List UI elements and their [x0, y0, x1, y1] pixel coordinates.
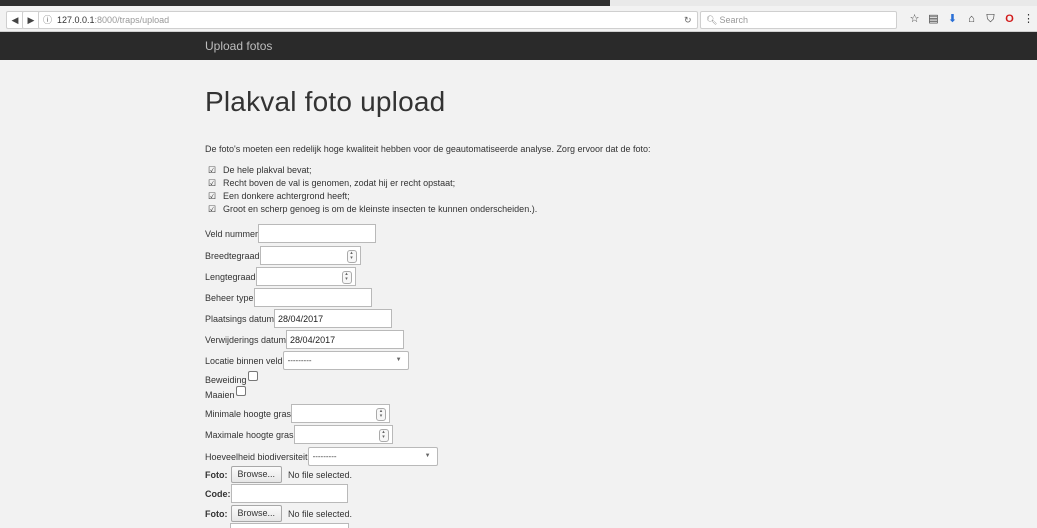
- search-icon: 🔍︎: [706, 15, 718, 25]
- list-item: ☑ De hele plakval bevat;: [208, 165, 312, 175]
- foto1-status: No file selected.: [288, 469, 353, 480]
- code1-row: Code:: [205, 484, 348, 503]
- breedtegraad-input[interactable]: ▴ ▾: [259, 246, 361, 265]
- plaatsings-datum-row: Plaatsings datum: [205, 309, 393, 328]
- checkbox-checked-icon: ☑: [208, 204, 217, 214]
- min-hoogte-input[interactable]: ▴ ▾: [291, 404, 391, 423]
- beheer-type-label: Beheer type: [205, 292, 254, 303]
- lengtegraad-input[interactable]: ▴ ▾: [255, 267, 356, 286]
- maaien-label: Maaien: [205, 390, 235, 400]
- foto1-label: Foto:: [205, 469, 228, 480]
- list-item: ☑ Recht boven de val is genomen, zodat hi…: [208, 178, 456, 188]
- spinner-icon[interactable]: ▴ ▾: [376, 408, 387, 421]
- info-icon[interactable]: ⓘ: [43, 12, 52, 28]
- code1-label: Code:: [205, 488, 231, 499]
- beweiding-label: Beweiding: [205, 375, 247, 385]
- biodiversiteit-label: Hoeveelheid biodiversiteit: [205, 451, 308, 462]
- spinner-icon[interactable]: ▴ ▾: [341, 271, 352, 284]
- code2-input[interactable]: [230, 523, 349, 528]
- checkbox-checked-icon: ☑: [208, 165, 217, 175]
- spinner-icon[interactable]: ▴ ▾: [378, 429, 389, 442]
- list-item: ☑ Groot en scherp genoeg is om de kleinst…: [208, 204, 538, 214]
- locatie-label: Locatie binnen veld: [205, 355, 283, 366]
- search-box[interactable]: 🔍︎ Search: [700, 11, 897, 29]
- max-hoogte-label: Maximale hoogte gras: [205, 429, 294, 440]
- beheer-type-row: Beheer type: [205, 288, 372, 307]
- foto1-row: Foto: Browse... No file selected.: [205, 466, 352, 483]
- max-hoogte-input[interactable]: ▴ ▾: [293, 425, 393, 444]
- veld-nummer-row: Veld nummer: [205, 224, 377, 243]
- pocket-icon[interactable]: ⛉: [981, 10, 1000, 28]
- list-item: ☑ Een donkere achtergrond heeft;: [208, 191, 350, 201]
- verwijderings-datum-row: Verwijderings datum: [205, 330, 405, 349]
- foto2-label: Foto:: [205, 508, 228, 519]
- opera-icon[interactable]: O: [1000, 10, 1019, 28]
- locatie-row: Locatie binnen veld --------- ▼: [205, 351, 409, 370]
- reading-list-icon[interactable]: ▤: [924, 10, 943, 28]
- verwijderings-datum-input[interactable]: [286, 330, 405, 349]
- chevron-down-icon: ▼: [424, 453, 431, 459]
- plaatsings-datum-input[interactable]: [274, 309, 393, 328]
- veld-nummer-input[interactable]: [258, 224, 377, 243]
- reload-icon[interactable]: ↻: [684, 12, 692, 28]
- locatie-select[interactable]: --------- ▼: [282, 351, 409, 370]
- foto1-browse-button[interactable]: Browse...: [230, 466, 283, 483]
- menu-icon[interactable]: ⋮: [1019, 10, 1037, 28]
- site-navbar: Upload fotos: [0, 32, 1037, 60]
- maaien-checkbox[interactable]: [235, 386, 246, 396]
- tab-strip: [0, 0, 1037, 6]
- veld-nummer-label: Veld nummer: [205, 228, 259, 239]
- chevron-down-icon: ▼: [395, 357, 402, 363]
- bookmark-star-icon[interactable]: ☆: [905, 10, 924, 28]
- biodiversiteit-select[interactable]: --------- ▼: [307, 447, 438, 466]
- verwijderings-datum-label: Verwijderings datum: [205, 334, 287, 345]
- code1-input[interactable]: [230, 484, 348, 503]
- plaatsings-datum-label: Plaatsings datum: [205, 313, 275, 324]
- download-icon[interactable]: ⬇: [943, 10, 962, 28]
- checkbox-checked-icon: ☑: [208, 178, 217, 188]
- home-icon[interactable]: ⌂: [962, 10, 981, 28]
- foto2-status: No file selected.: [288, 508, 353, 519]
- foto2-row: Foto: Browse... No file selected.: [205, 505, 352, 522]
- spinner-icon[interactable]: ▴ ▾: [346, 250, 357, 263]
- active-tab[interactable]: [0, 0, 610, 6]
- page-title: Plakval foto upload: [205, 86, 446, 117]
- navbar-brand[interactable]: Upload fotos: [205, 32, 272, 60]
- foto2-browse-button[interactable]: Browse...: [230, 505, 283, 522]
- beweiding-checkbox[interactable]: [247, 371, 258, 381]
- lengtegraad-row: Lengtegraad ▴ ▾: [205, 267, 356, 286]
- beweiding-row: Beweiding: [205, 371, 258, 385]
- browser-chrome: ◀ ▶ ⓘ 127.0.0.1:8000/traps/upload ↻ 🔍︎ Se…: [0, 0, 1037, 32]
- maaien-row: Maaien: [205, 386, 246, 400]
- min-hoogte-label: Minimale hoogte gras: [205, 408, 292, 419]
- url-text: 127.0.0.1:8000/traps/upload: [57, 15, 170, 25]
- requirements-list: ☑ De hele plakval bevat; ☑ Recht boven de …: [208, 164, 537, 216]
- url-bar[interactable]: ⓘ 127.0.0.1:8000/traps/upload ↻: [38, 11, 698, 29]
- min-hoogte-row: Minimale hoogte gras ▴ ▾: [205, 404, 391, 423]
- max-hoogte-row: Maximale hoogte gras ▴ ▾: [205, 425, 393, 444]
- beheer-type-input[interactable]: [253, 288, 372, 307]
- biodiversiteit-row: Hoeveelheid biodiversiteit --------- ▼: [205, 447, 438, 466]
- breedtegraad-label: Breedtegraad: [205, 250, 260, 261]
- toolbar-icons: ☆ ▤ ⬇ ⌂ ⛉ O ⋮: [905, 10, 1037, 28]
- checkbox-checked-icon: ☑: [208, 191, 217, 201]
- intro-text: De foto's moeten een redelijk hoge kwali…: [205, 144, 651, 154]
- breedtegraad-row: Breedtegraad ▴ ▾: [205, 246, 361, 265]
- lengtegraad-label: Lengtegraad: [205, 271, 256, 282]
